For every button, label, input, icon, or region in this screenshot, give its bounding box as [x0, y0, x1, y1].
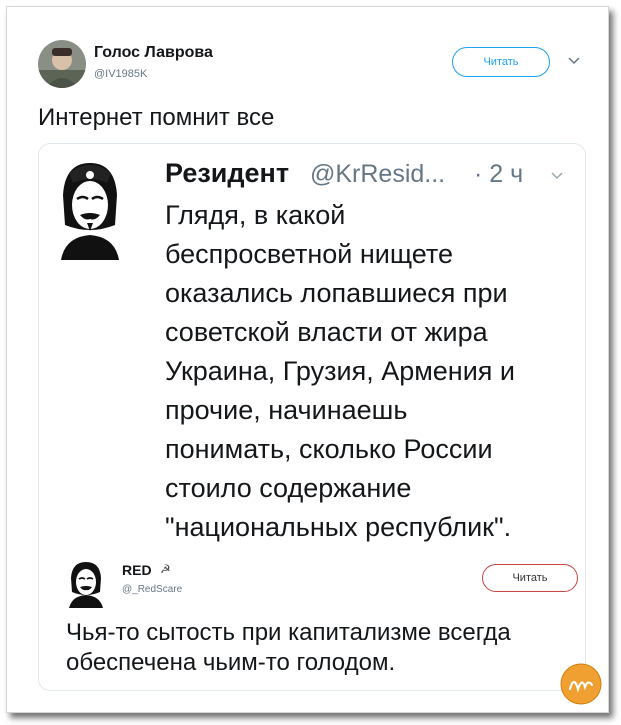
follow-button[interactable]: Читать: [452, 47, 550, 77]
reply-avatar[interactable]: [66, 558, 106, 608]
quoted-timestamp[interactable]: · 2 ч: [474, 160, 523, 189]
text-line: Глядя, в какой: [165, 200, 346, 230]
text-line: "национальных республик".: [165, 512, 512, 542]
text-line: понимать, сколько России: [165, 434, 493, 464]
text-line: прочие, начинаешь: [165, 395, 408, 425]
text-line: беспросветной нищете: [165, 239, 453, 269]
reply-author-handle[interactable]: @_RedScare: [122, 584, 182, 595]
author-handle[interactable]: @IV1985K: [94, 68, 147, 80]
text-line: Украина, Грузия, Армения и: [165, 356, 515, 386]
author-name[interactable]: Голос Лаврова: [94, 44, 213, 62]
quoted-author-name[interactable]: Резидент: [165, 158, 289, 189]
watermark-logo: [560, 663, 602, 705]
reply-text: Чья-то сытость при капитализме всегда об…: [66, 618, 566, 678]
hammer-sickle-icon: ☭: [160, 562, 171, 576]
chevron-down-icon[interactable]: [567, 54, 581, 68]
text-line: стоило содержание: [165, 473, 412, 503]
reply-author-name[interactable]: RED: [122, 562, 152, 578]
text-line: обеспечена чьим-то голодом.: [66, 649, 396, 676]
quoted-avatar[interactable]: [55, 155, 125, 260]
text-line: Чья-то сытость при капитализме всегда: [66, 619, 511, 646]
quoted-author-handle[interactable]: @KrResid...: [310, 160, 445, 189]
quoted-tweet-text: Глядя, в какой беспросветной нищете оказ…: [165, 196, 565, 547]
avatar[interactable]: [38, 40, 86, 88]
reply-follow-button[interactable]: Читать: [482, 564, 578, 592]
tweet-text: Интернет помнит все: [38, 104, 275, 131]
text-line: советской власти от жира: [165, 317, 488, 347]
chevron-down-icon[interactable]: [549, 168, 565, 184]
text-line: оказались лопавшиеся при: [165, 278, 508, 308]
